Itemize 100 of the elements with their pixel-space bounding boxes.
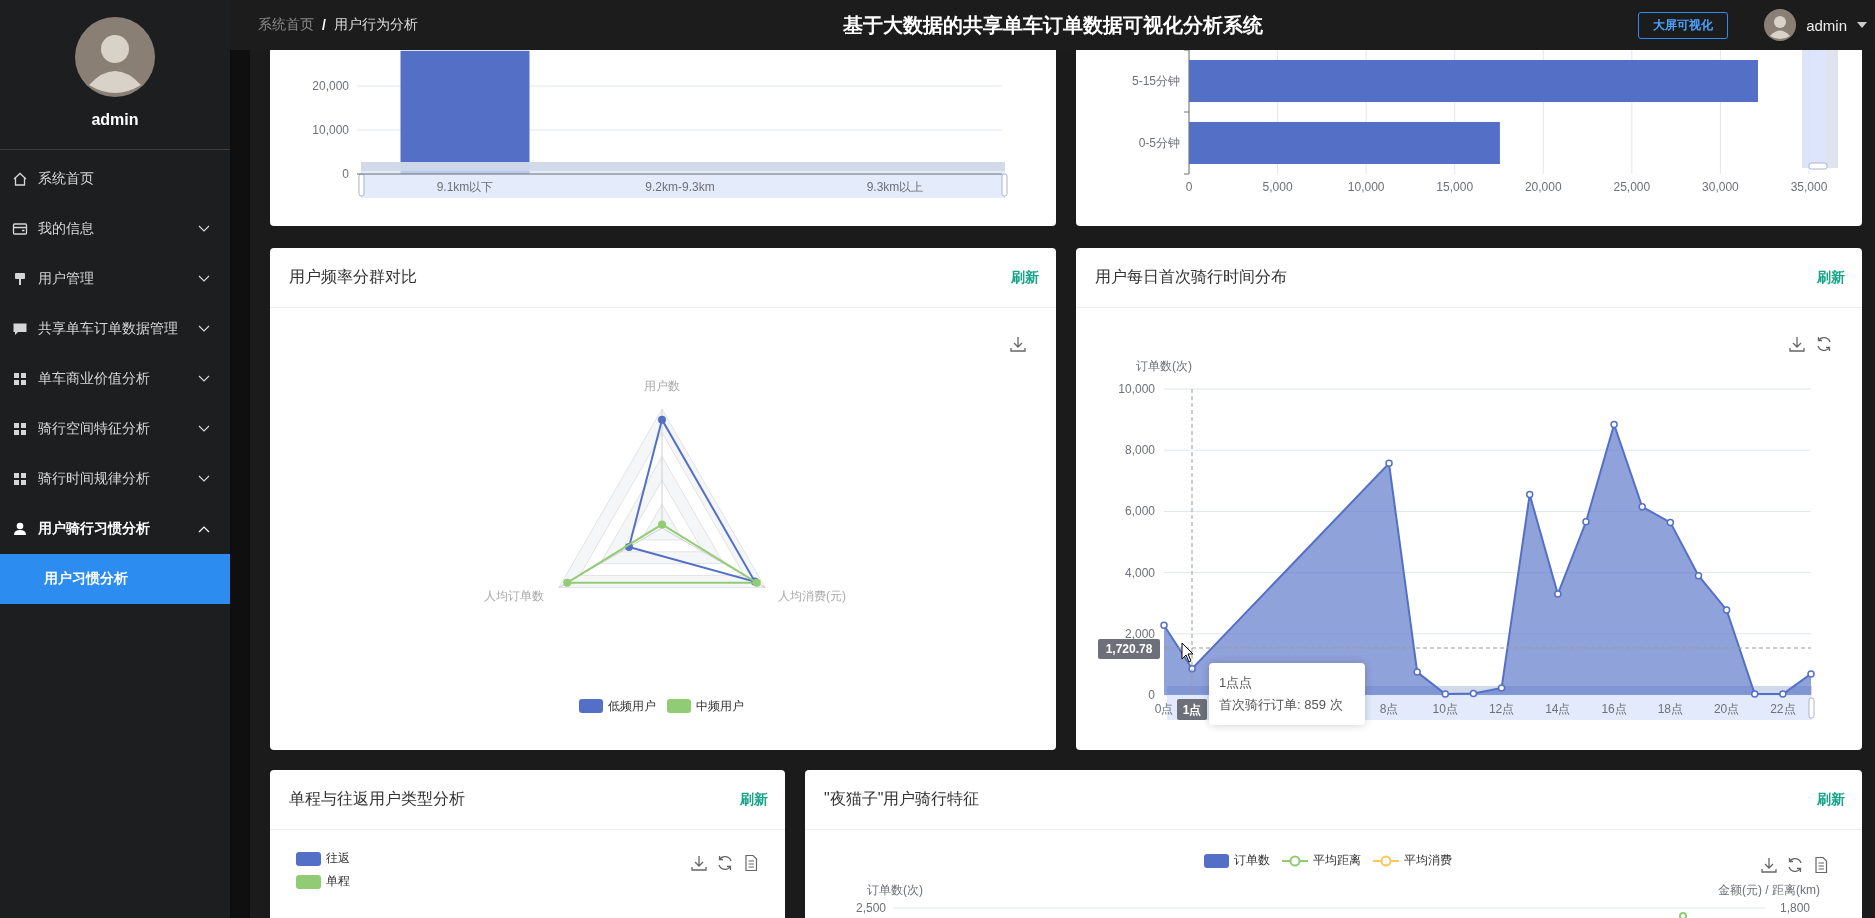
legend-swatch[interactable] bbox=[579, 699, 603, 713]
axis-tick-label: 8点 bbox=[1379, 702, 1399, 716]
chevron-icon bbox=[198, 525, 210, 533]
legend-label[interactable]: 订单数 bbox=[1233, 852, 1270, 869]
data-point bbox=[1385, 459, 1393, 468]
menu-icon bbox=[12, 271, 28, 287]
legend-swatch[interactable] bbox=[296, 851, 321, 866]
data-point bbox=[1188, 664, 1196, 673]
menu-item[interactable]: 骑行空间特征分析 bbox=[0, 404, 230, 454]
range-slider[interactable] bbox=[358, 162, 1008, 198]
legend-label[interactable]: 平均消费 bbox=[1403, 852, 1452, 869]
data-point bbox=[1751, 690, 1759, 698]
refresh-icon[interactable] bbox=[1815, 335, 1833, 353]
data-point bbox=[1554, 590, 1562, 598]
range-slider[interactable] bbox=[1802, 50, 1838, 170]
big-screen-button[interactable]: 大屏可视化 bbox=[1638, 11, 1729, 39]
menu-item[interactable]: 我的信息 bbox=[0, 204, 230, 254]
download-icon[interactable] bbox=[1788, 335, 1806, 353]
axis-category-label: 9.1km以下 bbox=[436, 180, 494, 194]
data-point bbox=[1413, 668, 1421, 676]
tooltip-text: 首次骑行订单: 859 次 bbox=[1219, 696, 1344, 714]
chevron-icon bbox=[198, 225, 210, 233]
tooltip-title: 1点点 bbox=[1219, 674, 1254, 692]
document-icon[interactable] bbox=[1812, 856, 1830, 874]
axis-tick-label: 6,000 bbox=[1124, 504, 1155, 519]
user-name[interactable]: admin bbox=[1806, 16, 1847, 34]
axis-tick-label: 20点 bbox=[1713, 702, 1740, 716]
data-point bbox=[1779, 690, 1787, 698]
axis-tick-label: 10,000 bbox=[1118, 382, 1155, 396]
radar-axis-label: 用户数 bbox=[644, 379, 680, 393]
axis-tick-label: 25,000 bbox=[1613, 180, 1651, 194]
data-point bbox=[1694, 571, 1703, 580]
axis-tick-label: 2,000 bbox=[1124, 626, 1155, 641]
download-icon[interactable] bbox=[1009, 335, 1027, 353]
chevron-icon bbox=[198, 475, 210, 483]
data-point bbox=[1722, 606, 1731, 614]
card-title: 单程与往返用户类型分析 bbox=[289, 789, 465, 809]
axis-tick-label: 4,000 bbox=[1124, 565, 1155, 580]
legend-swatch[interactable] bbox=[1203, 853, 1229, 868]
axis-category-label: 9.3km以上 bbox=[866, 180, 924, 194]
axis-title: 金额(元) / 距离(km) bbox=[1718, 883, 1820, 897]
axis-tick-label: 30,000 bbox=[1702, 180, 1739, 194]
download-icon[interactable] bbox=[1760, 856, 1778, 874]
menu-item[interactable]: 用户骑行习惯分析 bbox=[0, 504, 230, 554]
user-name: admin bbox=[90, 111, 140, 129]
axis-tick-label: 20,000 bbox=[312, 79, 349, 93]
menu-item[interactable]: 骑行时间规律分析 bbox=[0, 454, 230, 504]
legend-label[interactable]: 中频用户 bbox=[696, 699, 744, 713]
data-point bbox=[1638, 503, 1646, 511]
radar-axis-label: 人均消费(元) bbox=[778, 589, 846, 603]
legend-label[interactable]: 往返 bbox=[326, 850, 350, 867]
axis-tick-label: 0 bbox=[1185, 180, 1193, 194]
caret-icon[interactable] bbox=[1857, 22, 1867, 28]
page-title: 基于大数据的共享单车订单数据可视化分析系统 bbox=[842, 12, 1263, 38]
user-avatar[interactable] bbox=[1764, 9, 1797, 41]
axis-tick-label: 2,500 bbox=[855, 901, 886, 915]
axis-tick-label: 12点 bbox=[1488, 702, 1515, 716]
legend-swatch[interactable] bbox=[296, 874, 321, 889]
legend-label[interactable]: 低频用户 bbox=[608, 699, 656, 713]
breadcrumb-link[interactable]: 系统首页 bbox=[258, 16, 314, 34]
menu-item[interactable]: 用户管理 bbox=[0, 254, 230, 304]
chevron-icon bbox=[198, 375, 210, 383]
axis-tick-label: 14点 bbox=[1545, 702, 1571, 716]
axis-tick-label: 20,000 bbox=[1524, 180, 1562, 194]
axis-tick-label: 0点 bbox=[1154, 702, 1174, 716]
refresh-icon[interactable] bbox=[1786, 856, 1804, 874]
axis-category-label: 5-15分钟 bbox=[1131, 74, 1180, 88]
menu-icon bbox=[12, 171, 28, 187]
menu-item[interactable]: 单车商业价值分析 bbox=[0, 354, 230, 404]
download-icon[interactable] bbox=[690, 854, 708, 872]
data-point bbox=[1610, 420, 1618, 429]
axis-title: 订单数(次) bbox=[1136, 359, 1192, 373]
cursor-icon bbox=[1181, 642, 1194, 663]
axis-tick-label: 22点 bbox=[1770, 702, 1796, 716]
data-point bbox=[1525, 490, 1534, 499]
legend-swatch[interactable] bbox=[667, 699, 691, 713]
menu-item[interactable]: 共享单车订单数据管理 bbox=[0, 304, 230, 354]
card-title: 用户频率分群对比 bbox=[289, 267, 417, 287]
menu-icon bbox=[12, 471, 28, 487]
axis-pointer-label: 1点 bbox=[1177, 699, 1207, 720]
data-point bbox=[1497, 684, 1506, 692]
refresh-icon[interactable] bbox=[716, 854, 734, 872]
axis-tick-label: 1,800 bbox=[1780, 901, 1811, 915]
axis-tick-label: 0 bbox=[1148, 688, 1155, 702]
breadcrumb-separator: / bbox=[322, 17, 326, 33]
data-point bbox=[1807, 670, 1815, 678]
card-title: "夜猫子"用户骑行特征 bbox=[824, 789, 980, 809]
chevron-icon bbox=[198, 275, 210, 283]
menu-icon bbox=[12, 321, 28, 337]
breadcrumb-current: 用户行为分析 bbox=[333, 16, 418, 34]
legend-label[interactable]: 单程 bbox=[326, 873, 350, 890]
chevron-icon bbox=[198, 325, 210, 333]
document-icon[interactable] bbox=[742, 854, 760, 872]
axis-tick-label: 10,000 bbox=[312, 123, 349, 137]
menu-item[interactable]: 系统首页 bbox=[0, 154, 230, 204]
menu-icon bbox=[12, 221, 28, 237]
axis-tick-label: 18点 bbox=[1657, 702, 1684, 716]
legend-label[interactable]: 平均距离 bbox=[1312, 852, 1361, 869]
menu-icon bbox=[12, 371, 28, 387]
data-point bbox=[1666, 518, 1675, 527]
